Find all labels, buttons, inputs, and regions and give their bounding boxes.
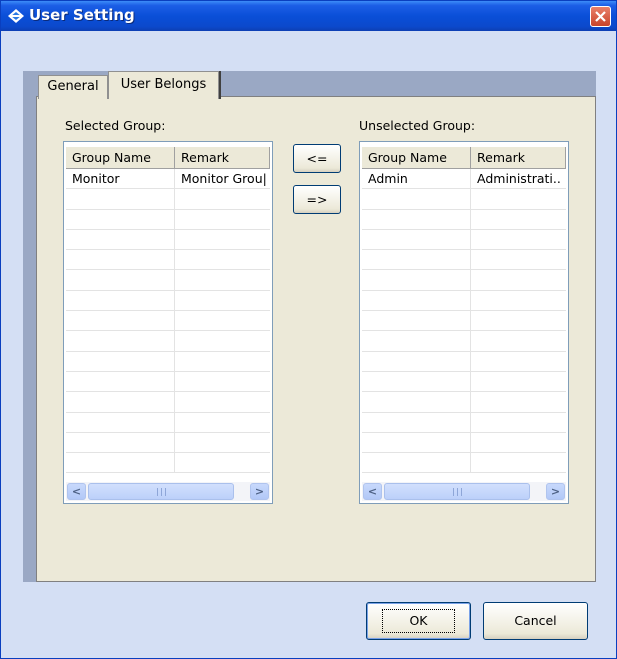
close-button[interactable] [590, 6, 611, 27]
column-header-remark[interactable]: Remark [175, 147, 270, 169]
ok-button[interactable]: OK [366, 602, 471, 640]
scrollbar-thumb[interactable] [384, 483, 530, 500]
column-header-remark[interactable]: Remark [471, 147, 566, 169]
window-title: User Setting [29, 6, 135, 24]
selected-group-label: Selected Group: [65, 118, 166, 133]
grip-icon [157, 488, 166, 496]
horizontal-scrollbar[interactable]: < > [362, 482, 566, 501]
list-header: Group Name Remark [66, 147, 270, 169]
user-setting-dialog: User Setting General User Belongs Select… [0, 0, 617, 659]
column-header-group-name[interactable]: Group Name [362, 147, 471, 169]
remark-cell: Monitor Grou| [181, 171, 267, 186]
group-name-cell: Monitor [66, 169, 175, 189]
remark-cell: Administrati.. [477, 171, 561, 186]
ok-button-label: OK [382, 609, 455, 633]
column-header-group-name[interactable]: Group Name [66, 147, 175, 169]
tab-general[interactable]: General [38, 75, 108, 99]
table-row[interactable]: Monitor Monitor Grou| [66, 169, 270, 190]
group-name-cell: Admin [362, 169, 471, 189]
cancel-button[interactable]: Cancel [483, 602, 588, 640]
scroll-right-icon[interactable]: > [546, 483, 565, 500]
scroll-left-icon[interactable]: < [363, 483, 382, 500]
tab-user-belongs[interactable]: User Belongs [108, 71, 221, 99]
grip-icon [453, 488, 462, 496]
scroll-right-icon[interactable]: > [250, 483, 269, 500]
list-header: Group Name Remark [362, 147, 566, 169]
remove-from-selected-button[interactable]: => [293, 185, 341, 214]
list-rows: Admin Administrati.. [362, 169, 566, 479]
scrollbar-thumb[interactable] [88, 483, 234, 500]
app-diamond-icon [8, 9, 24, 23]
scroll-left-icon[interactable]: < [67, 483, 86, 500]
unselected-group-list[interactable]: Group Name Remark Admin Administrati.. < [359, 141, 569, 504]
selected-group-list[interactable]: Group Name Remark Monitor Monitor Grou| [63, 141, 273, 504]
add-to-selected-button[interactable]: <= [293, 144, 341, 173]
table-row[interactable]: Admin Administrati.. [362, 169, 566, 190]
close-icon [595, 11, 606, 22]
horizontal-scrollbar[interactable]: < > [66, 482, 270, 501]
title-bar[interactable]: User Setting [1, 1, 616, 31]
unselected-group-label: Unselected Group: [359, 118, 476, 133]
list-rows: Monitor Monitor Grou| [66, 169, 270, 479]
